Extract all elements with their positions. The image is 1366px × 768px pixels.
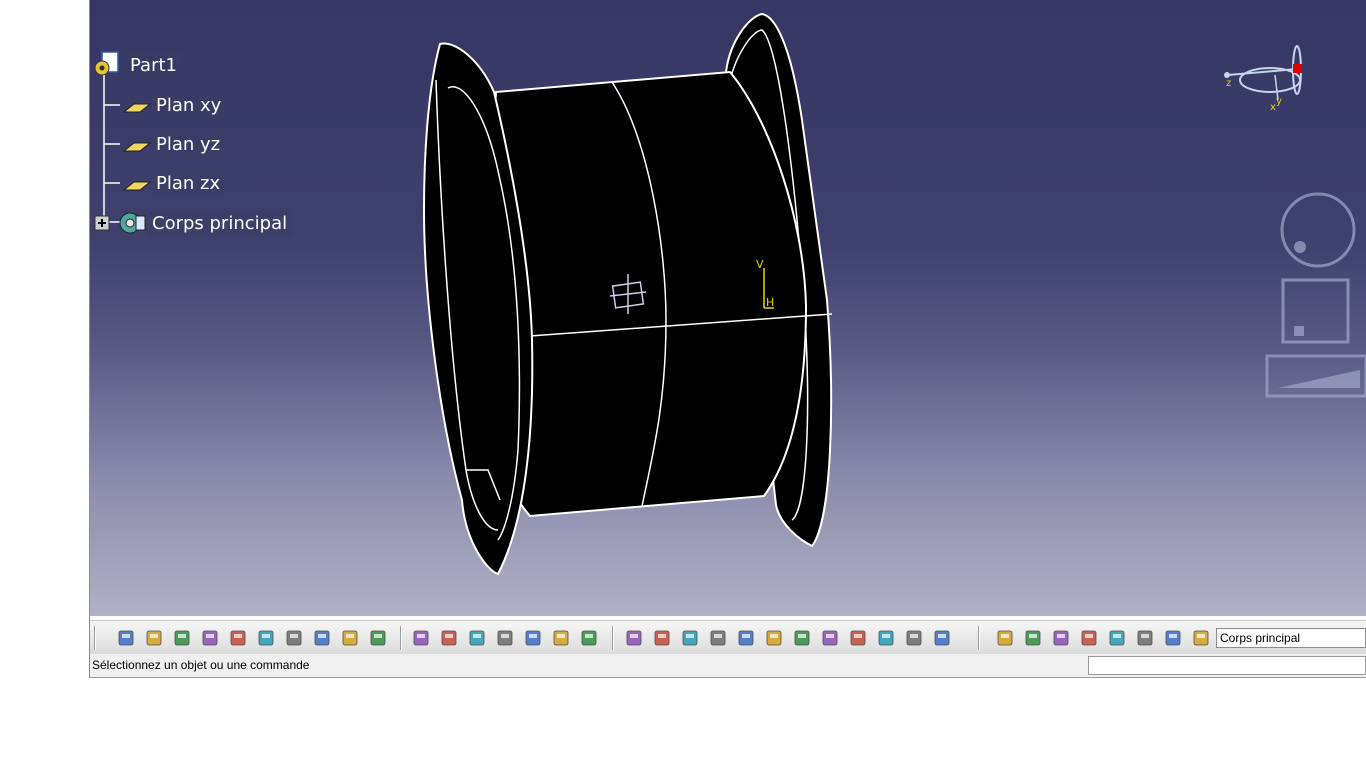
tree-item-label: Plan zx (152, 171, 225, 196)
tree-icon[interactable] (523, 628, 543, 648)
manipulate-icon[interactable] (1023, 628, 1043, 648)
fly-icon[interactable] (624, 628, 644, 648)
tree-item-plan-xy[interactable]: Plan xy (120, 93, 226, 118)
new-icon[interactable] (116, 628, 136, 648)
plane-icon (120, 172, 152, 196)
paste-icon[interactable] (284, 628, 304, 648)
tree-root-label: Part1 (126, 52, 181, 78)
expand-plus-icon[interactable] (94, 215, 110, 231)
table-icon[interactable] (495, 628, 515, 648)
tree-item-plan-zx[interactable]: Plan zx (120, 171, 225, 196)
knowledge-icon[interactable] (467, 628, 487, 648)
part-document-icon (92, 50, 126, 80)
tree-item-plan-yz[interactable]: Plan yz (120, 132, 225, 157)
cut-icon[interactable] (228, 628, 248, 648)
bottom-toolbar: Corps principal (90, 620, 1366, 654)
constraint-icon[interactable] (1107, 628, 1127, 648)
formula-icon[interactable] (411, 628, 431, 648)
viewport-left-border (89, 0, 90, 678)
swap-space-icon[interactable] (932, 628, 952, 648)
fit-all-icon[interactable] (652, 628, 672, 648)
tree-item-label: Plan yz (152, 132, 225, 157)
tree-item-corps-principal[interactable]: Corps principal (94, 208, 292, 238)
status-bar: Sélectionnez un objet ou une commande (90, 654, 1366, 678)
3d-viewport[interactable]: V H x y z Part1 Plan xy Plan yz Plan zx … (90, 0, 1366, 616)
zoom-in-icon[interactable] (736, 628, 756, 648)
view-controls[interactable] (1265, 192, 1366, 398)
copy-icon[interactable] (256, 628, 276, 648)
zoom-out-icon[interactable] (764, 628, 784, 648)
toolbar-separator (612, 626, 614, 650)
tree-connectors (103, 66, 120, 223)
open-icon[interactable] (144, 628, 164, 648)
toolbar-separator (400, 626, 402, 650)
tree-root-part1[interactable]: Part1 (92, 50, 181, 80)
comment-icon[interactable] (439, 628, 459, 648)
plane-icon (120, 133, 152, 157)
rotate-icon[interactable] (708, 628, 728, 648)
current-body-select[interactable]: Corps principal (1216, 628, 1366, 648)
tree-item-label: Plan xy (152, 93, 226, 118)
plane-icon (120, 94, 152, 118)
pan-icon[interactable] (680, 628, 700, 648)
power-input-field[interactable] (1088, 656, 1366, 675)
iso-view-icon[interactable] (848, 628, 868, 648)
tree-item-label: Corps principal (148, 210, 292, 236)
axis-system-icon[interactable] (1051, 628, 1071, 648)
shading-icon[interactable] (876, 628, 896, 648)
normal-view-icon[interactable] (792, 628, 812, 648)
redo-icon[interactable] (340, 628, 360, 648)
toolbar-separator (94, 626, 96, 650)
body-gear-icon (116, 208, 148, 238)
sketch-axis-v-label: V (756, 258, 764, 271)
catalog-icon[interactable] (579, 628, 599, 648)
dimension-icon[interactable] (1079, 628, 1099, 648)
compass-z-label: z (1226, 78, 1231, 89)
sketch-axis-h-label: H (766, 296, 774, 309)
save-icon[interactable] (172, 628, 192, 648)
lock-icon[interactable] (551, 628, 571, 648)
compass[interactable] (1224, 45, 1302, 101)
update-icon[interactable] (995, 628, 1015, 648)
undo-icon[interactable] (312, 628, 332, 648)
whats-this-icon[interactable] (368, 628, 388, 648)
hide-show-icon[interactable] (904, 628, 924, 648)
multi-view-icon[interactable] (820, 628, 840, 648)
status-message: Sélectionnez un objet ou une commande (92, 658, 310, 672)
analysis-icon[interactable] (1135, 628, 1155, 648)
toolbar-separator (978, 626, 980, 650)
compass-y-label: y (1276, 96, 1282, 107)
list-icon[interactable] (1163, 628, 1183, 648)
part-geometry[interactable]: V H x y z (90, 0, 1366, 616)
print-icon[interactable] (200, 628, 220, 648)
layer-icon[interactable] (1191, 628, 1211, 648)
